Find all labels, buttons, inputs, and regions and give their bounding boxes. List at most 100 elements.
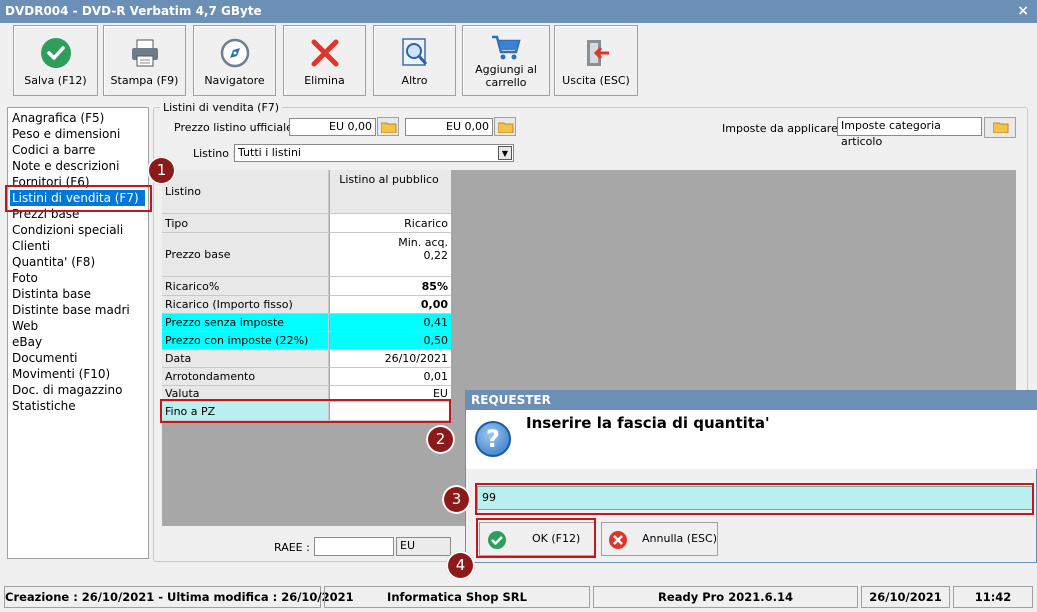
window-title: DVDR004 - DVD-R Verbatim 4,7 GByte (5, 4, 262, 18)
grid-header-listino: Listino (162, 170, 329, 213)
grid-row-arrotondamento: Arrotondamento 0,01 (162, 368, 451, 386)
status-version: Ready Pro 2021.6.14 (593, 586, 858, 608)
navigator-button[interactable]: Navigatore (193, 25, 276, 96)
compass-icon (220, 38, 249, 68)
exit-label: Uscita (ESC) (562, 74, 630, 87)
grid-label: Prezzo con imposte (22%) (162, 332, 329, 349)
grid-row-ricarico-fisso: Ricarico (Importo fisso) 0,00 (162, 296, 451, 314)
grid-value[interactable]: 0,41 (330, 314, 451, 331)
cancel-button[interactable]: Annulla (ESC) (601, 522, 718, 556)
grid-header-row: Listino Listino al pubblico (162, 170, 451, 214)
grid-row-data: Data 26/10/2021 (162, 350, 451, 368)
add-to-cart-button[interactable]: Aggiungi al carrello (462, 25, 550, 96)
add-to-cart-label-line1: Aggiungi al (475, 63, 537, 76)
add-to-cart-label: Aggiungi al carrello (463, 63, 549, 89)
sidebar-item-peso[interactable]: Peso e dimensioni (8, 126, 148, 142)
chevron-down-icon[interactable]: ▼ (498, 146, 512, 160)
grid-row-prezzo-base: Prezzo base Min. acq. 0,22 (162, 233, 451, 277)
annotation-box-quantity (475, 483, 1034, 515)
navigator-label: Navigatore (204, 74, 265, 87)
grid-row-prezzo-con-imposte: Prezzo con imposte (22%) 0,50 (162, 332, 451, 350)
delete-x-icon (311, 39, 338, 67)
dialog-message-area: ? Inserire la fascia di quantita' (466, 410, 1037, 469)
folder-icon (381, 122, 397, 133)
grid-value[interactable]: Min. acq. 0,22 (330, 233, 451, 276)
grid-header-listino-pubblico[interactable]: Listino al pubblico (330, 170, 451, 213)
cancel-circle-icon (609, 531, 627, 549)
grid-value[interactable]: 0,01 (330, 368, 451, 385)
dialog-title: REQUESTER (466, 391, 1036, 410)
status-date: 26/10/2021 (861, 586, 950, 608)
annotation-badge-4: 4 (446, 551, 475, 580)
sidebar-item-web[interactable]: Web (8, 318, 148, 334)
cancel-label: Annulla (ESC) (642, 532, 717, 545)
grid-value[interactable]: 0,00 (330, 296, 451, 313)
grid-label: Ricarico% (162, 277, 329, 295)
cart-icon (492, 35, 521, 60)
grid-row-tipo: Tipo Ricarico (162, 214, 451, 233)
annotation-badge-1: 1 (147, 156, 176, 185)
sidebar-item-movimenti[interactable]: Movimenti (F10) (8, 366, 148, 382)
sidebar-nav: Anagrafica (F5) Peso e dimensioni Codici… (7, 107, 149, 559)
sidebar-item-distinte-madri[interactable]: Distinte base madri (8, 302, 148, 318)
grid-value[interactable]: Ricarico (330, 214, 451, 232)
grid-value-main: 0,22 (423, 249, 449, 262)
grid-value-sub: Min. acq. (398, 236, 448, 249)
print-button[interactable]: Stampa (F9) (103, 25, 186, 96)
print-label: Stampa (F9) (110, 74, 179, 87)
listino-label: Listino : (193, 147, 237, 160)
status-created: Creazione : 26/10/2021 - Ultima modifica… (4, 586, 354, 608)
sidebar-item-ebay[interactable]: eBay (8, 334, 148, 350)
sidebar-item-clienti[interactable]: Clienti (8, 238, 148, 254)
prezzo-listino-browse-button[interactable] (377, 117, 399, 136)
sidebar-item-quantita[interactable]: Quantita' (F8) (8, 254, 148, 270)
other-button[interactable]: Altro (373, 25, 456, 96)
raee-currency: EU (396, 537, 451, 556)
raee-input[interactable] (314, 537, 394, 556)
sidebar-item-anagrafica[interactable]: Anagrafica (F5) (8, 110, 148, 126)
listini-group-title: Listini di vendita (F7) (160, 101, 283, 114)
prezzo-listino-input[interactable]: EU 0,00 (289, 118, 376, 136)
window-title-bar: DVDR004 - DVD-R Verbatim 4,7 GByte × (0, 0, 1037, 23)
prezzo-listino-input-2[interactable]: EU 0,00 (405, 118, 493, 136)
exit-button[interactable]: Uscita (ESC) (554, 25, 638, 96)
listino-select-value: Tutti i listini (238, 146, 301, 159)
sidebar-item-foto[interactable]: Foto (8, 270, 148, 286)
annotation-box-ok (476, 518, 596, 558)
prezzo-listino-browse-button-2[interactable] (494, 117, 516, 136)
grid-label: Tipo (162, 214, 329, 232)
add-to-cart-label-line2: carrello (485, 76, 527, 89)
sidebar-item-statistiche[interactable]: Statistiche (8, 398, 148, 414)
grid-label: Prezzo senza imposte (162, 314, 329, 331)
sidebar-item-codici[interactable]: Codici a barre (8, 142, 148, 158)
sidebar-item-documenti[interactable]: Documenti (8, 350, 148, 366)
sidebar-item-condizioni[interactable]: Condizioni speciali (8, 222, 148, 238)
magnifier-document-icon (401, 38, 427, 66)
annotation-badge-3: 3 (442, 485, 471, 514)
grid-row-ricarico: Ricarico% 85% (162, 277, 451, 296)
grid-value[interactable]: 85% (330, 277, 451, 295)
save-button[interactable]: Salva (F12) (13, 25, 98, 96)
printer-icon (131, 39, 158, 67)
annotation-badge-2: 2 (426, 425, 455, 454)
delete-label: Elimina (304, 74, 345, 87)
imposte-browse-button[interactable] (984, 117, 1016, 138)
close-icon[interactable]: × (1017, 0, 1029, 23)
imposte-label: Imposte da applicare : (722, 122, 846, 135)
grid-label: Data (162, 350, 329, 367)
prezzo-listino-label: Prezzo listino ufficiale : (174, 121, 301, 134)
question-icon: ? (475, 421, 511, 457)
listino-select[interactable]: Tutti i listini ▼ (234, 144, 514, 162)
save-label: Salva (F12) (24, 74, 87, 87)
check-circle-icon (40, 38, 71, 68)
raee-label: RAEE : (274, 541, 310, 554)
grid-value[interactable]: 26/10/2021 (330, 350, 451, 367)
grid-value[interactable]: 0,50 (330, 332, 451, 349)
status-company: Informatica Shop SRL (324, 586, 590, 608)
delete-button[interactable]: Elimina (283, 25, 366, 96)
sidebar-item-doc-magazzino[interactable]: Doc. di magazzino (8, 382, 148, 398)
imposte-input[interactable]: Imposte categoria articolo (837, 117, 982, 148)
sidebar-item-distinta[interactable]: Distinta base (8, 286, 148, 302)
sidebar-item-note[interactable]: Note e descrizioni (8, 158, 148, 174)
toolbar: Salva (F12) Stampa (F9) Navigatore Elimi… (0, 23, 1037, 100)
